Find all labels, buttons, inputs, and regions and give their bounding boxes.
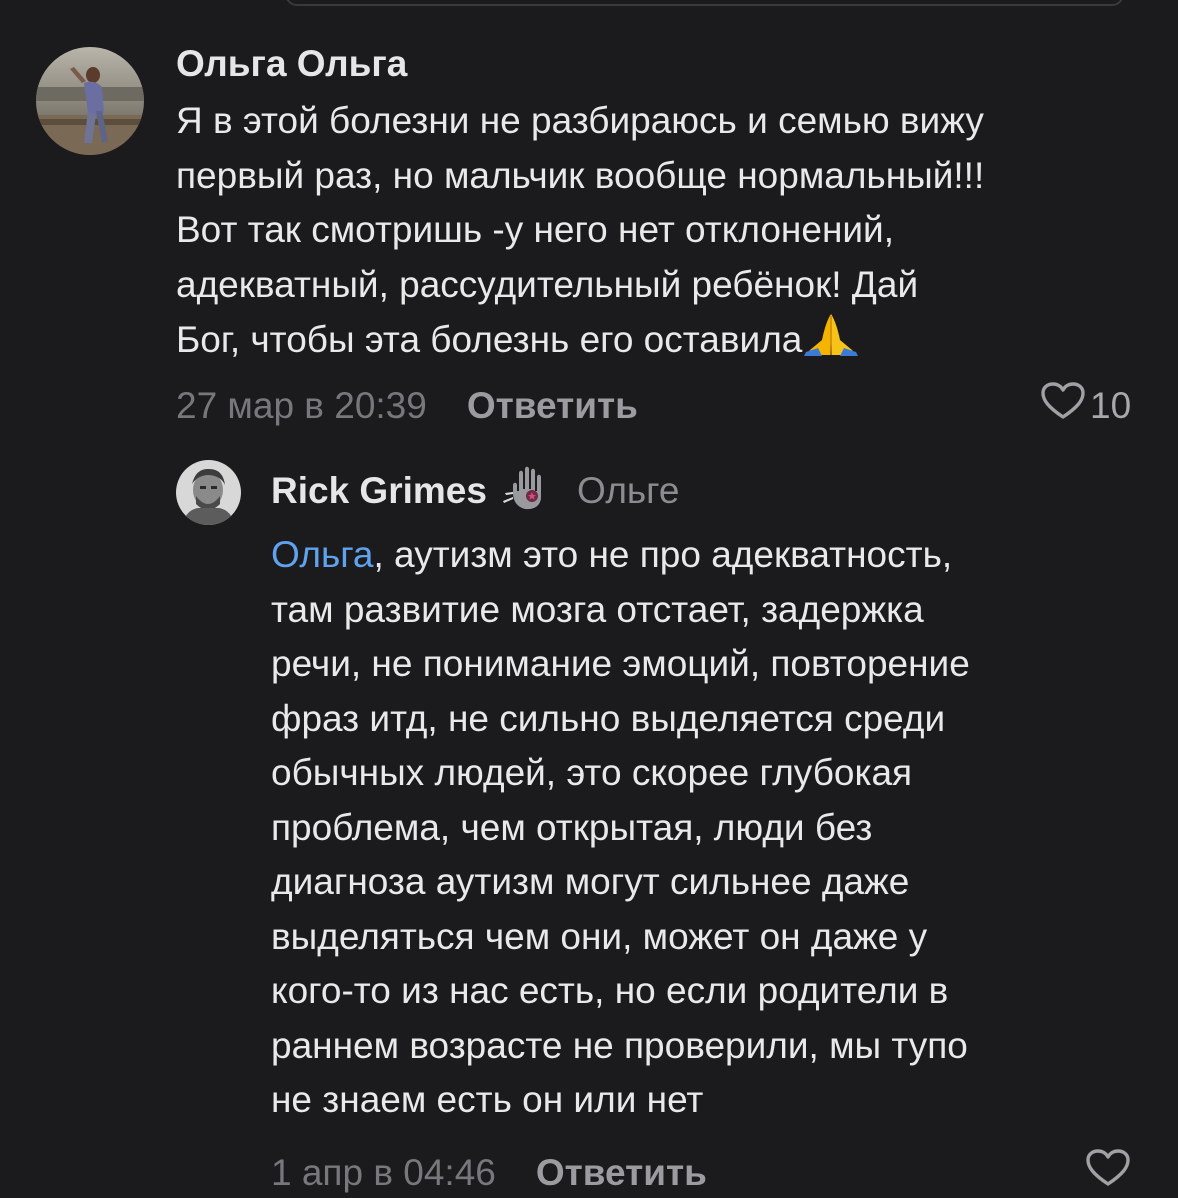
comment-line: проблема, чем открытая, люди без bbox=[271, 806, 873, 848]
comment-line: обычных людей, это скорее глубокая bbox=[271, 752, 913, 793]
comment: Ольга Ольга Я в этой болезни не разбираю… bbox=[176, 40, 1166, 429]
comment-line: фраз итд, не сильно выделяется среди bbox=[271, 697, 946, 739]
avatar[interactable] bbox=[176, 460, 241, 525]
comment-line: первый раз, но мальчик вообще нормальный… bbox=[176, 154, 985, 196]
comment-text: Ольга, аутизм это не про адекватность, та… bbox=[271, 528, 1151, 1128]
folded-hands-icon bbox=[802, 312, 860, 372]
reply-button[interactable]: Ответить bbox=[467, 385, 638, 427]
comment-author[interactable]: Rick Grimes bbox=[271, 466, 487, 516]
avatar-photo-icon bbox=[36, 47, 144, 155]
like-button[interactable] bbox=[1085, 1148, 1131, 1198]
comment-line: адекватный, рассудительный ребёнок! Дай bbox=[176, 263, 919, 305]
comment-timestamp: 27 мар в 20:39 bbox=[176, 384, 427, 426]
comment-line: Я в этой болезни не разбираюсь и семью в… bbox=[176, 100, 984, 141]
comment-author[interactable]: Ольга Ольга bbox=[176, 40, 407, 88]
like-button[interactable]: 10 bbox=[1040, 381, 1132, 430]
comment-line: , аутизм это не про адекватность, bbox=[373, 534, 953, 575]
comment-line: Вот так смотришь -у него нет отклонений, bbox=[176, 209, 894, 250]
comment-timestamp: 1 апр в 04:46 bbox=[271, 1151, 496, 1193]
reply-comment: Rick Grimes Ольге Ольга, аутизм это не п… bbox=[271, 463, 1171, 1198]
reply-to-label[interactable]: Ольге bbox=[577, 470, 680, 512]
input-field-edge bbox=[285, 0, 1124, 6]
avatar[interactable] bbox=[36, 47, 144, 155]
heart-outline-icon bbox=[1040, 381, 1086, 430]
comment-text: Я в этой болезни не разбираюсь и семью в… bbox=[176, 94, 1151, 372]
comment-line: Бог, чтобы эта болезнь его оставила bbox=[176, 319, 803, 360]
comment-line: выделяться чем они, может он даже у bbox=[271, 915, 928, 957]
like-count: 10 bbox=[1090, 384, 1132, 426]
avatar-photo-icon bbox=[176, 460, 241, 525]
comment-line: раннем возрасте не проверили, мы тупо bbox=[271, 1024, 968, 1066]
raised-hand-icon bbox=[502, 463, 561, 518]
mention-link[interactable]: Ольга bbox=[271, 534, 374, 575]
comment-line: речи, не понимание эмоций, повторение bbox=[271, 643, 970, 684]
comment-line: там развитие мозга отстает, задержка bbox=[271, 588, 924, 630]
comment-line: кого-то из нас есть, но если родители в bbox=[271, 970, 949, 1011]
reply-button[interactable]: Ответить bbox=[536, 1152, 707, 1194]
comment-line: не знаем есть он или нет bbox=[271, 1079, 704, 1120]
comment-line: диагноза аутизм могут сильнее даже bbox=[271, 861, 910, 902]
heart-outline-icon bbox=[1085, 1148, 1131, 1197]
